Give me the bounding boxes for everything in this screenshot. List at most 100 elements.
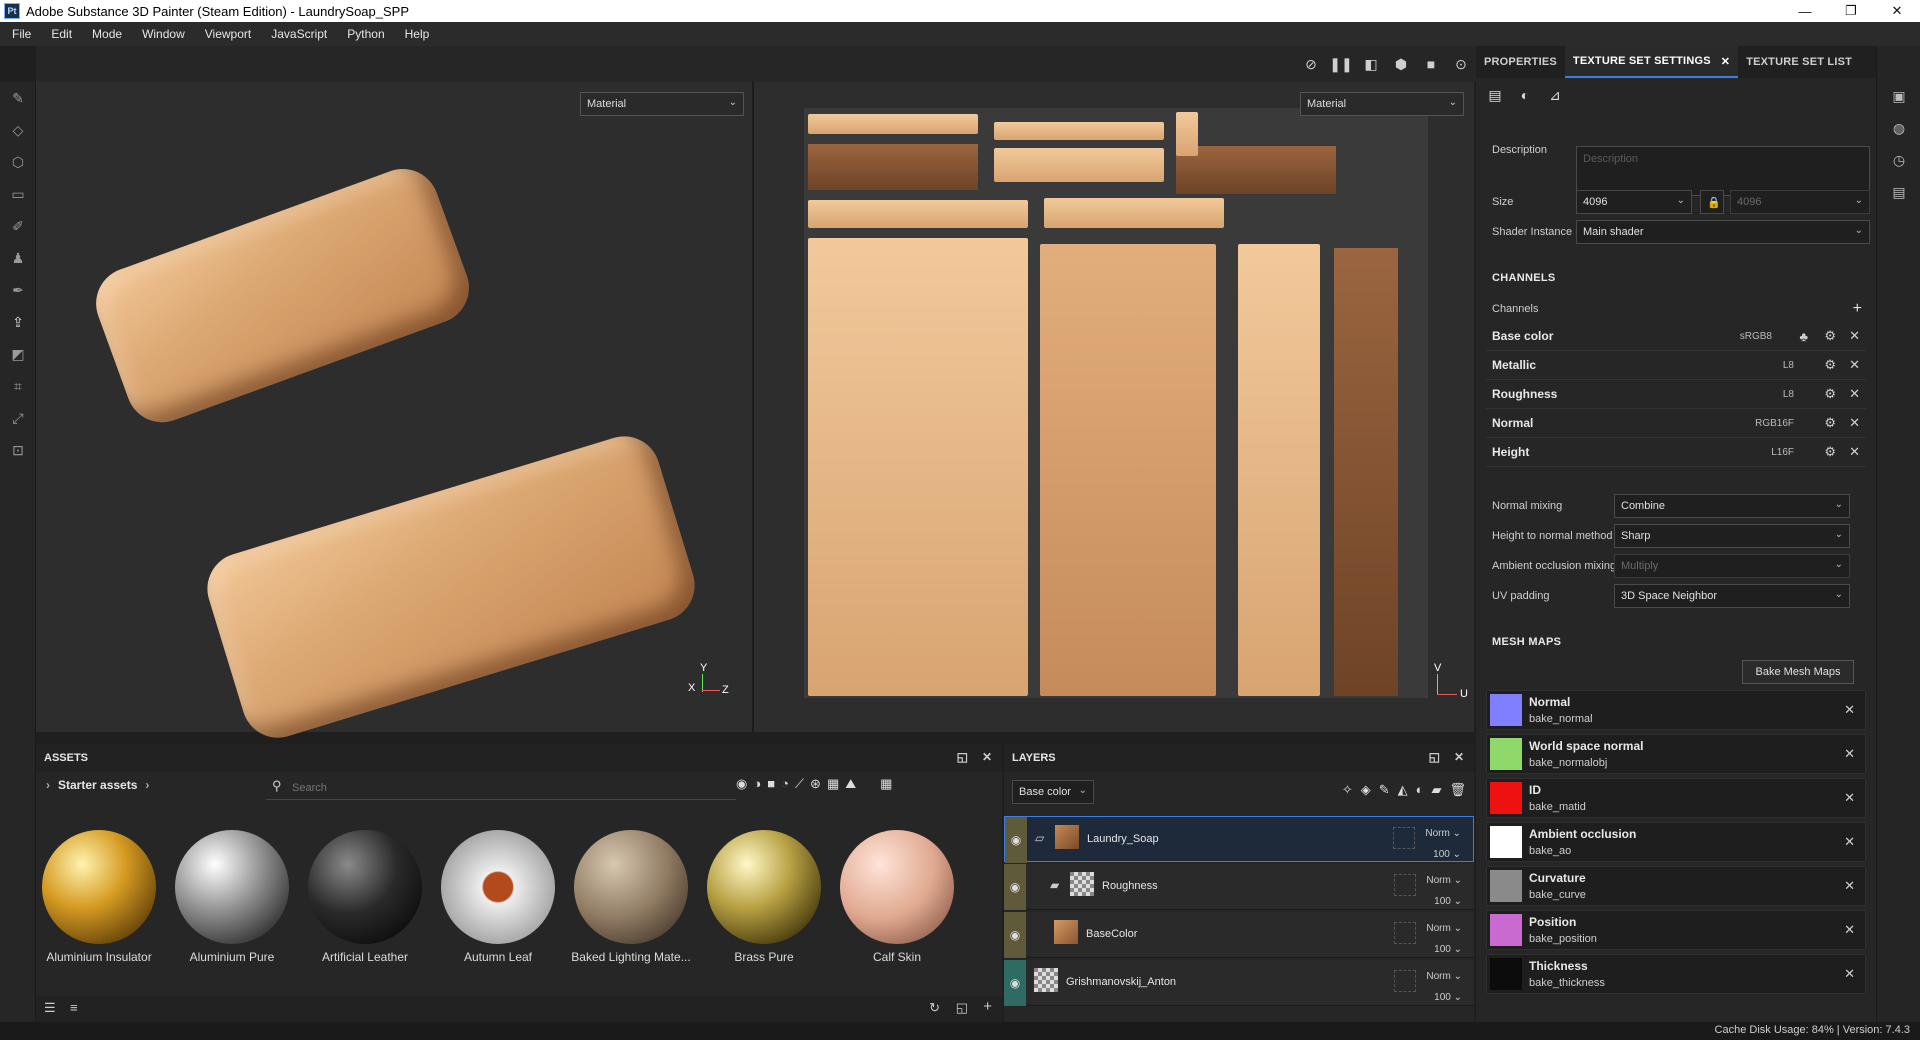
log-icon[interactable]: ▤ (1877, 176, 1920, 208)
delete-layer-icon[interactable]: 🗑 (1449, 782, 1466, 798)
asset-thumb[interactable] (840, 830, 954, 944)
maximize-button[interactable]: ❐ (1828, 0, 1874, 22)
close-icon[interactable]: ✕ (1849, 328, 1860, 344)
gear-icon[interactable]: ⚙ (1824, 386, 1836, 402)
menu-viewport[interactable]: Viewport (195, 27, 261, 41)
filter-generators-icon[interactable]: ◔ (781, 776, 789, 792)
close-icon[interactable]: ✕ (1844, 878, 1855, 894)
mesh-map-row[interactable]: Curvature bake_curve ✕ (1486, 866, 1866, 906)
layer-blend[interactable]: Norm ⌄ 100 ⌄ (1426, 870, 1462, 912)
new-window-icon[interactable]: ◱ (956, 1000, 968, 1016)
color-profile-icon[interactable]: ♣ (1799, 329, 1808, 344)
pause-icon[interactable]: ❚❚ (1326, 49, 1356, 79)
search-input[interactable] (292, 778, 712, 798)
tab-texture-set-settings[interactable]: TEXTURE SET SETTINGS ✕ (1564, 46, 1739, 78)
mesh-map-row[interactable]: Ambient occlusion bake_ao ✕ (1486, 822, 1866, 862)
layer-blend[interactable]: Norm ⌄ 100 ⌄ (1426, 918, 1462, 960)
asset-thumb[interactable] (707, 830, 821, 944)
menu-file[interactable]: File (2, 27, 41, 41)
add-channel-button[interactable]: + (1853, 300, 1862, 318)
layer-mask-slot[interactable] (1394, 922, 1416, 944)
projection-icon[interactable]: ⬡ (0, 146, 36, 178)
filter-smart-materials-icon[interactable]: ◑ (753, 776, 761, 792)
filter-materials-icon[interactable]: ◉ (736, 776, 747, 792)
close-panel-icon[interactable]: ✕ (982, 750, 992, 764)
annotation-icon[interactable]: ⊡ (0, 434, 36, 466)
view-mode-icon[interactable]: ⬢ (1386, 49, 1416, 79)
bake-icon[interactable]: ⇪ (0, 306, 36, 338)
close-icon[interactable]: ✕ (1849, 415, 1860, 431)
hide-ui-icon[interactable]: ⊘ (1296, 49, 1326, 79)
close-icon[interactable]: ✕ (1844, 966, 1855, 982)
asset-thumb[interactable] (42, 830, 156, 944)
size-select[interactable]: 4096 ⌄ (1576, 190, 1692, 214)
viewport-3d-material-select[interactable]: Material ⌄ (580, 92, 744, 116)
gear-icon[interactable]: ⚙ (1824, 328, 1836, 344)
bake-mesh-maps-button[interactable]: Bake Mesh Maps (1742, 660, 1854, 684)
assets-breadcrumb[interactable]: › Starter assets › (46, 778, 149, 792)
refresh-icon[interactable]: ↻ (929, 1000, 940, 1016)
smudge-icon[interactable]: ✐ (0, 210, 36, 242)
smart-material-icon[interactable]: ◐ (1416, 782, 1424, 798)
tab-properties[interactable]: PROPERTIES (1476, 46, 1565, 78)
layer-blend[interactable]: Norm ⌄ 100 ⌄ (1426, 966, 1462, 1008)
channel-row[interactable]: Roughness L8 ⚙ ✕ (1486, 380, 1866, 409)
display-settings-icon[interactable]: ▣ (1877, 80, 1920, 112)
height-to-normal-select[interactable]: Sharp ⌄ (1614, 524, 1850, 548)
paint-brush-icon[interactable]: ✎ (0, 82, 36, 114)
menu-edit[interactable]: Edit (41, 27, 82, 41)
layer-row[interactable]: ◉ ▱ Laundry_Soap Norm ⌄ 100 ⌄ (1004, 816, 1474, 865)
close-tab-icon[interactable]: ✕ (1721, 55, 1730, 68)
asset-thumb[interactable] (574, 830, 688, 944)
viewport-2d-material-select[interactable]: Material ⌄ (1300, 92, 1464, 116)
visibility-eye-icon[interactable]: ◉ (1005, 817, 1027, 863)
close-icon[interactable]: ✕ (1844, 790, 1855, 806)
normal-mixing-select[interactable]: Combine ⌄ (1614, 494, 1850, 518)
geometry-mask-icon[interactable]: ▭ (0, 178, 36, 210)
polygon-fill-icon[interactable]: ◩ (0, 338, 36, 370)
close-icon[interactable]: ✕ (1844, 922, 1855, 938)
menu-python[interactable]: Python (337, 27, 394, 41)
layer-mask-slot[interactable] (1394, 970, 1416, 992)
list-view-icon[interactable]: ☰ (44, 1000, 56, 1016)
layer-row[interactable]: ◉ Grishmanovskij_Anton Norm ⌄ 100 ⌄ (1004, 960, 1474, 1006)
color-picker-icon[interactable]: ✒ (0, 274, 36, 306)
gear-icon[interactable]: ⚙ (1824, 415, 1836, 431)
shader-icon[interactable]: ◐ (1510, 82, 1540, 108)
mesh-map-row[interactable]: Position bake_position ✕ (1486, 910, 1866, 950)
layer-blend[interactable]: Norm ⌄ 100 ⌄ (1425, 823, 1461, 865)
viewport-2d-uv[interactable]: Material ⌄ V U (754, 82, 1474, 732)
history-icon[interactable]: ◷ (1877, 144, 1920, 176)
layer-mask-slot[interactable] (1394, 874, 1416, 896)
close-icon[interactable]: ✕ (1849, 444, 1860, 460)
asset-thumb[interactable] (308, 830, 422, 944)
channel-row[interactable]: Height L16F ⚙ ✕ (1486, 438, 1866, 467)
menu-window[interactable]: Window (132, 27, 195, 41)
float-panel-icon[interactable]: ◱ (1429, 750, 1440, 764)
minimize-button[interactable]: — (1782, 0, 1828, 22)
lock-icon[interactable]: 🔒 (1700, 190, 1724, 214)
filter-masks-icon[interactable]: ■ (767, 776, 775, 792)
visibility-eye-icon[interactable]: ◉ (1004, 864, 1026, 910)
filter-textures-icon[interactable]: ▦ (827, 776, 839, 792)
mesh-map-row[interactable]: World space normal bake_normalobj ✕ (1486, 734, 1866, 774)
add-effect-icon[interactable]: ✧ (1342, 782, 1353, 798)
screenshot-icon[interactable]: ⊙ (1446, 49, 1476, 79)
filter-environments-icon[interactable]: ⛰ (845, 776, 856, 792)
channel-row[interactable]: Base color sRGB8 ♣ ⚙ ✕ (1486, 322, 1866, 351)
channel-row[interactable]: Normal RGB16F ⚙ ✕ (1486, 409, 1866, 438)
symmetry-icon[interactable]: ◧ (1356, 49, 1386, 79)
grid-view-icon[interactable]: ▦ (880, 776, 892, 792)
layers-channel-select[interactable]: Base color ⌄ (1012, 780, 1094, 804)
close-icon[interactable]: ✕ (1849, 357, 1860, 373)
add-paint-layer-icon[interactable]: ✎ (1379, 782, 1390, 798)
layer-row[interactable]: ◉ BaseColor Norm ⌄ 100 ⌄ (1004, 912, 1474, 958)
gear-icon[interactable]: ⚙ (1824, 357, 1836, 373)
menu-help[interactable]: Help (395, 27, 440, 41)
layer-row[interactable]: ◉ ▰ Roughness Norm ⌄ 100 ⌄ (1004, 864, 1474, 910)
mesh-map-row[interactable]: ID bake_matid ✕ (1486, 778, 1866, 818)
camera-icon[interactable]: ■ (1416, 49, 1446, 79)
visibility-eye-icon[interactable]: ◉ (1004, 960, 1026, 1006)
clone-stamp-icon[interactable]: ♟ (0, 242, 36, 274)
uv-padding-select[interactable]: 3D Space Neighbor ⌄ (1614, 584, 1850, 608)
